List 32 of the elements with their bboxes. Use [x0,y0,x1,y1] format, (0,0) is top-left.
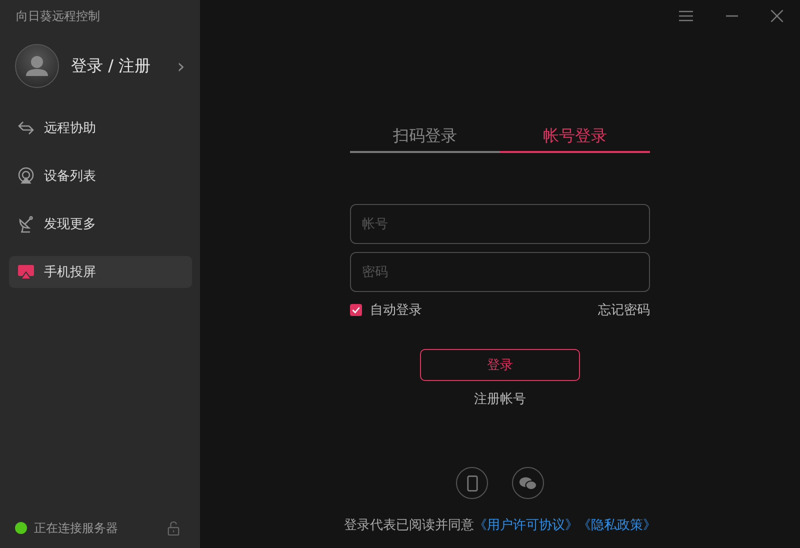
agreement-text: 登录代表已阅读并同意《用户许可协议》《隐私政策》 [344,517,656,534]
app-title: 向日葵远程控制 [15,8,101,25]
login-register-link[interactable]: 登录 / 注册 [71,56,177,76]
account-field[interactable]: 帐号 [350,204,650,244]
auto-login-label[interactable]: 自动登录 [370,301,422,319]
forgot-password-link[interactable]: 忘记密码 [598,301,650,319]
nav-item[interactable]: 发现更多 [9,208,192,240]
chat-bubbles-icon [519,476,537,490]
avatar-icon[interactable] [15,44,59,88]
satellite-dish-icon [17,215,35,233]
auto-login-checkbox[interactable] [350,304,362,316]
password-field[interactable]: 密码 [350,252,650,292]
chevron-icon[interactable]: › [177,54,185,78]
agreement-link[interactable]: 《用户许可协议》 [474,518,578,533]
close-icon[interactable] [771,10,783,22]
phone-login-button[interactable] [456,467,488,499]
login-tab[interactable]: 帐号登录 [500,126,650,153]
screen-cast-icon [17,263,35,281]
signal-icon [17,167,35,185]
nav-item[interactable]: 手机投屏 [9,256,192,288]
chat-login-button[interactable] [512,467,544,499]
unlocked-lock-icon[interactable] [167,520,180,536]
menu-icon[interactable] [679,10,693,22]
login-tab[interactable]: 扫码登录 [350,126,500,153]
nav-item[interactable]: 远程协助 [9,112,192,144]
login-button[interactable]: 登录 [420,349,580,381]
phone-icon [466,474,478,492]
status-text: 正在连接服务器 [34,520,119,536]
agreement-link[interactable]: 《隐私政策》 [578,518,656,533]
arrows-icon [17,119,35,137]
nav-item[interactable]: 设备列表 [9,160,192,192]
register-link[interactable]: 注册帐号 [474,390,526,408]
